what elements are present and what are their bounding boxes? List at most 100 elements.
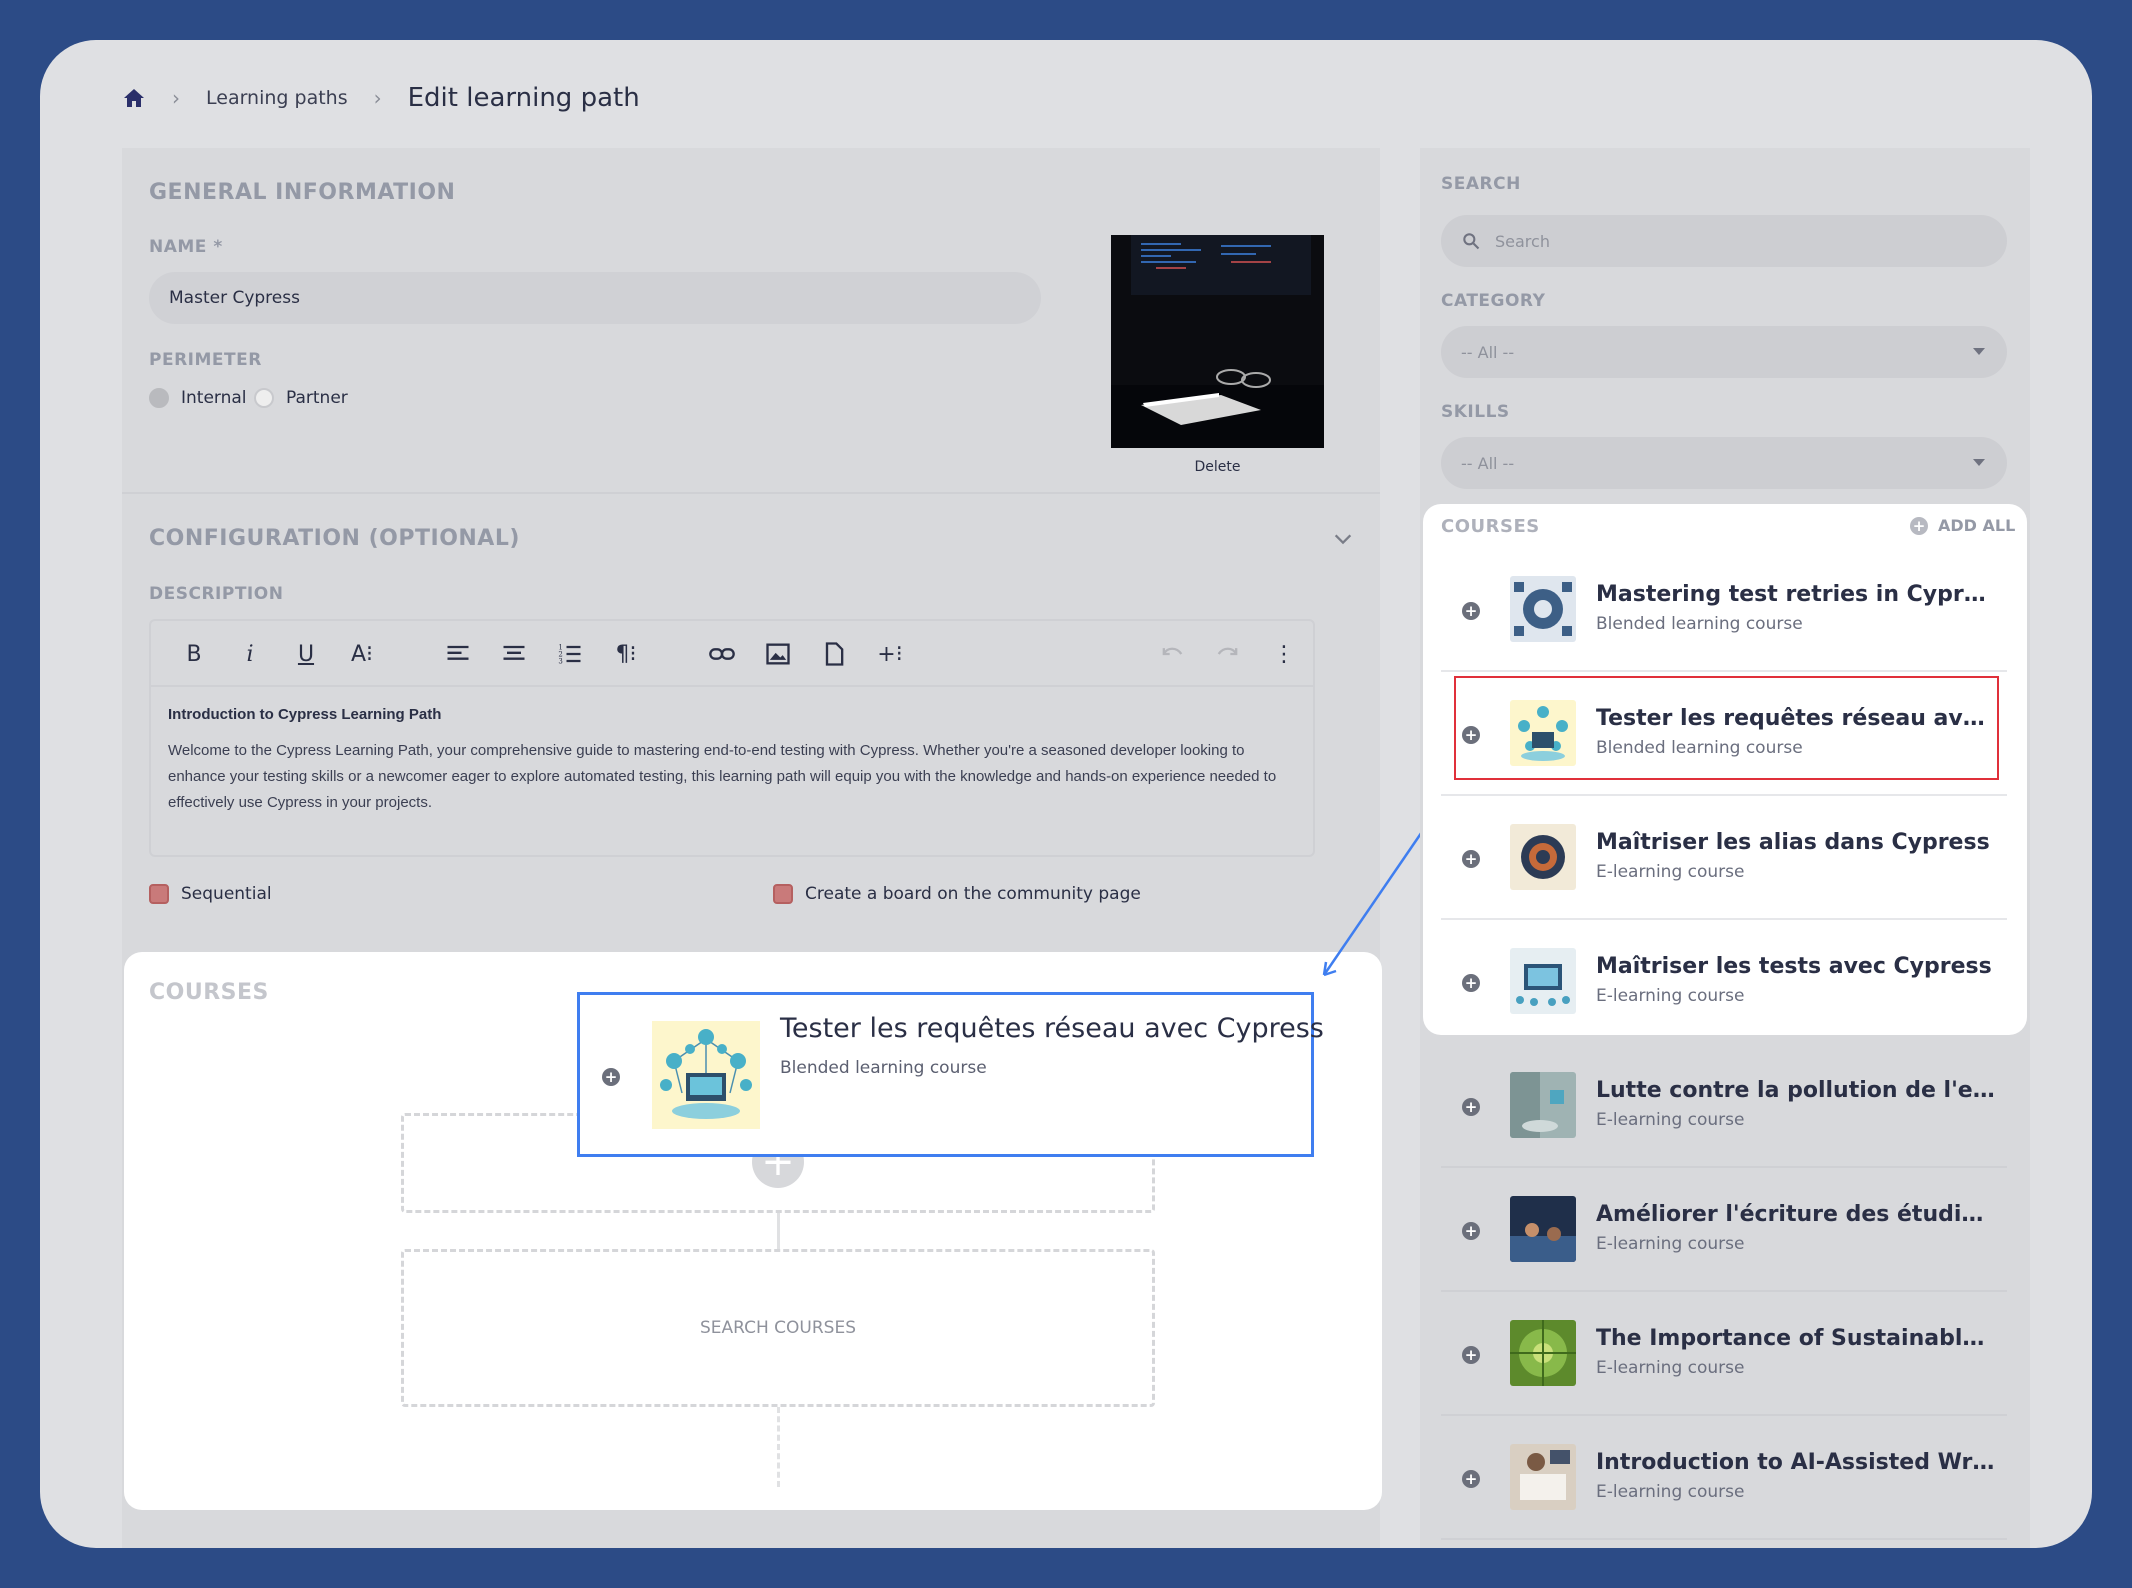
course-thumbnail	[1510, 824, 1576, 890]
course-subtitle: E-learning course	[1596, 1234, 1745, 1254]
breadcrumb-learning-paths[interactable]: Learning paths	[206, 87, 348, 109]
course-title: The Importance of Sustainable W...	[1596, 1326, 1996, 1351]
course-title: Lutte contre la pollution de l'eau:...	[1596, 1078, 1996, 1103]
sequential-checkbox[interactable]: Sequential	[149, 884, 272, 904]
redo-icon[interactable]	[1211, 637, 1245, 671]
dragged-course-subtitle: Blended learning course	[780, 1058, 987, 1078]
link-icon[interactable]	[705, 637, 739, 671]
course-title: Maîtriser les alias dans Cypress	[1596, 830, 1990, 855]
community-board-checkbox[interactable]: Create a board on the community page	[773, 884, 1141, 904]
skills-value: -- All --	[1461, 453, 1515, 473]
home-icon[interactable]	[122, 86, 146, 110]
add-plus-icon[interactable]: +	[1462, 1470, 1480, 1488]
connector-line	[777, 1407, 780, 1487]
add-plus-icon[interactable]: +	[1462, 1346, 1480, 1364]
undo-icon[interactable]	[1155, 637, 1189, 671]
image-icon[interactable]	[761, 637, 795, 671]
paragraph-icon[interactable]: ¶⁝	[609, 637, 643, 671]
course-item[interactable]: + The Importance of Sustainable W... E-l…	[1441, 1292, 2007, 1416]
radio-dot[interactable]	[149, 388, 169, 408]
add-plus-icon[interactable]: +	[1462, 974, 1480, 992]
course-title: Améliorer l'écriture des étudiant...	[1596, 1202, 1996, 1227]
search-placeholder: Search	[1495, 231, 1550, 251]
page-title: Edit learning path	[407, 83, 640, 113]
insert-more-icon[interactable]: +⁝	[873, 637, 907, 671]
description-label: DESCRIPTION	[149, 584, 284, 604]
svg-text:3: 3	[558, 657, 562, 665]
bold-button[interactable]: B	[177, 637, 211, 671]
course-thumbnail	[1510, 576, 1576, 642]
add-plus-icon[interactable]: +	[1462, 1222, 1480, 1240]
course-item[interactable]: + Maîtriser les alias dans Cypress E-lea…	[1441, 796, 2007, 920]
course-thumbnail	[1510, 1444, 1576, 1510]
search-courses-label: SEARCH COURSES	[699, 1318, 856, 1338]
course-title: Introduction to AI-Assisted Writing	[1596, 1450, 1996, 1475]
course-subtitle: E-learning course	[1596, 986, 1745, 1006]
course-subtitle: E-learning course	[1596, 862, 1745, 882]
name-input[interactable]: Master Cypress	[149, 272, 1041, 324]
name-label: NAME *	[149, 237, 223, 257]
community-board-label: Create a board on the community page	[805, 884, 1141, 904]
ordered-list-icon[interactable]: 123	[553, 637, 587, 671]
editor-toolbar: B i U A⁝ 123 ¶⁝ +⁝ ⋮	[151, 621, 1313, 687]
connector-line	[777, 1213, 780, 1249]
underline-button[interactable]: U	[289, 637, 323, 671]
category-select[interactable]: -- All --	[1441, 326, 2007, 378]
file-icon[interactable]	[817, 637, 851, 671]
add-plus-icon[interactable]: +	[1462, 602, 1480, 620]
radio-partner-label: Partner	[286, 388, 348, 408]
sequential-label: Sequential	[181, 884, 272, 904]
image-delete-link[interactable]: Delete	[1111, 459, 1324, 475]
course-thumbnail	[1510, 948, 1576, 1014]
add-plus-icon[interactable]: +	[602, 1068, 620, 1086]
add-all-button[interactable]: + ADD ALL	[1910, 516, 2015, 535]
course-item[interactable]: + Améliorer l'écriture des étudiant... E…	[1441, 1168, 2007, 1292]
font-style-button[interactable]: A⁝	[345, 637, 379, 671]
radio-partner[interactable]: Partner	[254, 388, 348, 408]
align-left-icon[interactable]	[441, 637, 475, 671]
dragged-course-card[interactable]: + Tester les requêtes réseau avec Cypres…	[577, 992, 1324, 1157]
radio-dot[interactable]	[254, 388, 274, 408]
radio-internal[interactable]: Internal	[149, 388, 247, 408]
search-courses-slot[interactable]: SEARCH COURSES	[401, 1249, 1155, 1407]
chevron-right-icon: ›	[172, 86, 180, 110]
course-item[interactable]: + Maîtriser les tests avec Cypress E-lea…	[1441, 920, 2007, 1044]
search-input[interactable]: Search	[1441, 215, 2007, 267]
description-heading: Introduction to Cypress Learning Path	[168, 706, 442, 723]
course-subtitle: E-learning course	[1596, 1358, 1745, 1378]
perimeter-label: PERIMETER	[149, 350, 262, 370]
chevron-down-icon[interactable]	[1332, 528, 1354, 550]
section-divider	[122, 492, 1380, 494]
add-plus-icon[interactable]: +	[1462, 1098, 1480, 1116]
course-thumbnail	[652, 1021, 760, 1129]
general-info-title: GENERAL INFORMATION	[149, 180, 456, 205]
course-thumbnail	[1510, 1196, 1576, 1262]
category-label: CATEGORY	[1441, 291, 1546, 311]
course-item[interactable]: + Lutte contre la pollution de l'eau:...…	[1441, 1044, 2007, 1168]
description-editor[interactable]: B i U A⁝ 123 ¶⁝ +⁝ ⋮ Introduction to Cyp…	[149, 619, 1315, 857]
course-item[interactable]: + Mastering test retries in Cypress Blen…	[1441, 548, 2007, 672]
course-title: Mastering test retries in Cypress	[1596, 582, 1996, 607]
add-plus-icon[interactable]: +	[1462, 850, 1480, 868]
search-label: SEARCH	[1441, 174, 1521, 194]
course-item[interactable]: + Introduction to AI-Assisted Writing E-…	[1441, 1416, 2007, 1540]
align-center-icon[interactable]	[497, 637, 531, 671]
caret-down-icon	[1973, 348, 1985, 355]
category-value: -- All --	[1461, 342, 1515, 362]
row-divider	[1441, 1538, 2007, 1540]
chevron-right-icon: ›	[373, 86, 382, 110]
search-icon	[1463, 233, 1480, 250]
course-subtitle: Blended learning course	[1596, 614, 1803, 634]
skills-label: SKILLS	[1441, 402, 1510, 422]
radio-internal-label: Internal	[181, 388, 247, 408]
checkbox-box[interactable]	[149, 884, 169, 904]
more-vertical-icon[interactable]: ⋮	[1267, 637, 1301, 671]
path-courses-title: COURSES	[149, 980, 269, 1005]
learning-path-image[interactable]	[1111, 235, 1324, 448]
skills-select[interactable]: -- All --	[1441, 437, 2007, 489]
course-thumbnail	[1510, 1320, 1576, 1386]
italic-button[interactable]: i	[233, 637, 267, 671]
checkbox-box[interactable]	[773, 884, 793, 904]
course-thumbnail	[1510, 1072, 1576, 1138]
course-subtitle: E-learning course	[1596, 1482, 1745, 1502]
